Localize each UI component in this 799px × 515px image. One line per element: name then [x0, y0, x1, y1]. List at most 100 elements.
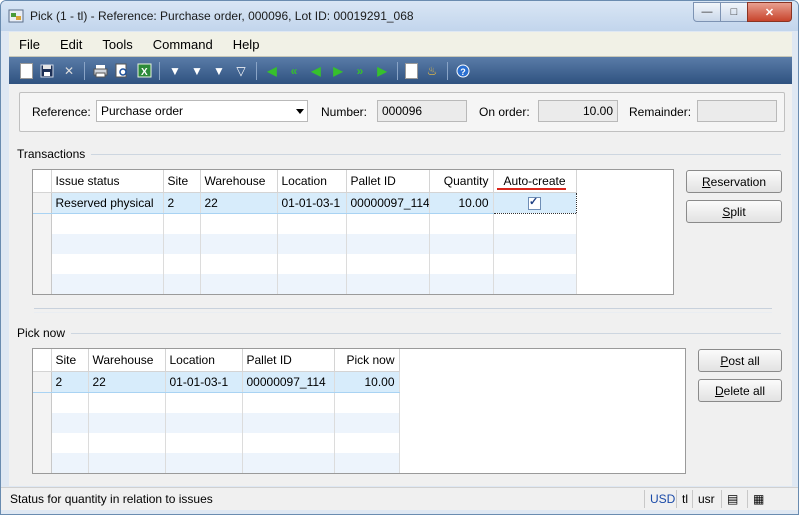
last-record-icon[interactable]: ▶	[374, 63, 390, 79]
row-selector[interactable]	[33, 274, 52, 294]
delete-all-button[interactable]: Delete all	[698, 379, 782, 402]
col-quantity[interactable]: Quantity	[429, 170, 494, 193]
number-field[interactable]: 000096	[377, 100, 467, 122]
help-icon[interactable]: ?	[455, 63, 471, 79]
reference-value: Purchase order	[101, 104, 184, 118]
row-selector[interactable]	[33, 234, 52, 254]
new-icon[interactable]	[20, 62, 33, 79]
row-selector[interactable]	[33, 371, 52, 393]
advanced-filter-icon[interactable]: ▼	[211, 63, 227, 79]
col-site[interactable]: Site	[51, 349, 89, 372]
reservation-button[interactable]: Reservation	[686, 170, 782, 193]
table-row[interactable]	[33, 433, 400, 453]
row-selector[interactable]	[33, 413, 52, 433]
cell-pallet-id[interactable]: 00000097_114	[346, 192, 430, 214]
group-divider	[91, 154, 781, 155]
col-site[interactable]: Site	[163, 170, 201, 193]
menu-command[interactable]: Command	[143, 37, 223, 52]
cell-auto-create[interactable]	[492, 192, 577, 214]
cell-location[interactable]: 01-01-03-1	[277, 192, 347, 214]
minimize-button[interactable]: —	[693, 2, 721, 22]
menu-edit[interactable]: Edit	[50, 37, 92, 52]
split-button[interactable]: Split	[686, 200, 782, 223]
splitter[interactable]	[34, 308, 772, 313]
table-row[interactable]	[33, 234, 577, 254]
auto-create-checkbox[interactable]	[528, 195, 541, 211]
remainder-field[interactable]	[697, 100, 777, 122]
currency-indicator[interactable]: USD	[644, 490, 680, 508]
transactions-title: Transactions	[17, 147, 86, 161]
reference-header: Reference: Purchase order Number: 000096…	[19, 92, 785, 132]
cell-pick-now[interactable]: 10.00	[334, 371, 400, 393]
document-handling-icon[interactable]	[405, 62, 418, 79]
menu-file[interactable]: File	[9, 37, 50, 52]
company-indicator[interactable]: tl	[676, 490, 693, 508]
pick-window: Pick (1 - tl) - Reference: Purchase orde…	[0, 0, 799, 515]
post-all-button[interactable]: Post all	[698, 349, 782, 372]
col-location[interactable]: Location	[277, 170, 347, 193]
auto-create-highlight-underline	[497, 188, 566, 190]
filter-by-selection-icon[interactable]: ▼	[167, 63, 183, 79]
reservation-button-label: Reservation	[701, 174, 767, 189]
chevron-down-icon[interactable]	[296, 109, 304, 114]
next-page-icon[interactable]: »	[352, 63, 368, 79]
cell-location[interactable]: 01-01-03-1	[165, 371, 243, 393]
next-record-icon[interactable]: ▶	[330, 63, 346, 79]
previous-page-icon[interactable]: «	[286, 63, 302, 79]
row-selector[interactable]	[33, 254, 52, 274]
on-order-field[interactable]: 10.00	[538, 100, 618, 122]
print-icon[interactable]	[92, 63, 108, 79]
database-icon[interactable]: ▦	[747, 490, 769, 508]
reference-select[interactable]: Purchase order	[96, 100, 308, 122]
col-warehouse[interactable]: Warehouse	[200, 170, 278, 193]
toolbar: ✕ X ▼ ▼ ▼ ▽ ◀ « ◀ ▶ » ▶ ♨ ?	[9, 57, 792, 84]
col-pick-now[interactable]: Pick now	[334, 349, 400, 372]
transactions-grid: Issue status Site Warehouse Location Pal…	[32, 169, 674, 295]
table-row[interactable]: Reserved physical 2 22 01-01-03-1 000000…	[33, 192, 577, 214]
row-selector[interactable]	[33, 192, 52, 214]
print-preview-icon[interactable]	[114, 63, 130, 79]
toolbar-separator	[256, 61, 257, 80]
cell-pallet-id[interactable]: 00000097_114	[242, 371, 335, 393]
user-indicator[interactable]: usr	[692, 490, 720, 508]
delete-icon[interactable]: ✕	[61, 63, 77, 79]
row-selector[interactable]	[33, 453, 52, 473]
filter-by-grid-icon[interactable]: ▼	[189, 63, 205, 79]
col-pallet-id[interactable]: Pallet ID	[346, 170, 430, 193]
remove-filter-icon[interactable]: ▽	[233, 63, 249, 79]
cell-warehouse[interactable]: 22	[88, 371, 166, 393]
col-warehouse[interactable]: Warehouse	[88, 349, 166, 372]
excel-icon[interactable]: X	[136, 63, 152, 79]
table-row[interactable]	[33, 213, 577, 234]
maximize-button[interactable]: □	[720, 2, 748, 22]
window-title: Pick (1 - tl) - Reference: Purchase orde…	[30, 9, 414, 23]
col-issue-status[interactable]: Issue status	[51, 170, 164, 193]
row-selector[interactable]	[33, 392, 52, 413]
alert-icon[interactable]: ♨	[424, 63, 440, 79]
cell-warehouse[interactable]: 22	[200, 192, 278, 214]
pick-now-header-row: Site Warehouse Location Pallet ID Pick n…	[33, 349, 400, 372]
menu-help[interactable]: Help	[223, 37, 270, 52]
save-icon[interactable]	[39, 63, 55, 79]
delete-all-button-label: Delete all	[714, 383, 766, 398]
cell-site[interactable]: 2	[51, 371, 89, 393]
table-row[interactable]	[33, 392, 400, 413]
col-pallet-id[interactable]: Pallet ID	[242, 349, 335, 372]
print-queue-icon[interactable]: ▤	[721, 490, 743, 508]
close-button[interactable]: ✕	[747, 2, 792, 22]
close-icon: ✕	[764, 6, 775, 19]
previous-record-icon[interactable]: ◀	[308, 63, 324, 79]
menu-tools[interactable]: Tools	[92, 37, 142, 52]
first-record-icon[interactable]: ◀	[264, 63, 280, 79]
table-row[interactable]	[33, 274, 577, 294]
row-selector[interactable]	[33, 213, 52, 234]
table-row[interactable]	[33, 453, 400, 473]
table-row[interactable]	[33, 413, 400, 433]
col-location[interactable]: Location	[165, 349, 243, 372]
cell-site[interactable]: 2	[163, 192, 201, 214]
cell-issue-status[interactable]: Reserved physical	[51, 192, 164, 214]
table-row[interactable]: 2 22 01-01-03-1 00000097_114 10.00	[33, 371, 400, 393]
row-selector[interactable]	[33, 433, 52, 453]
cell-quantity[interactable]: 10.00	[429, 192, 494, 214]
table-row[interactable]	[33, 254, 577, 274]
